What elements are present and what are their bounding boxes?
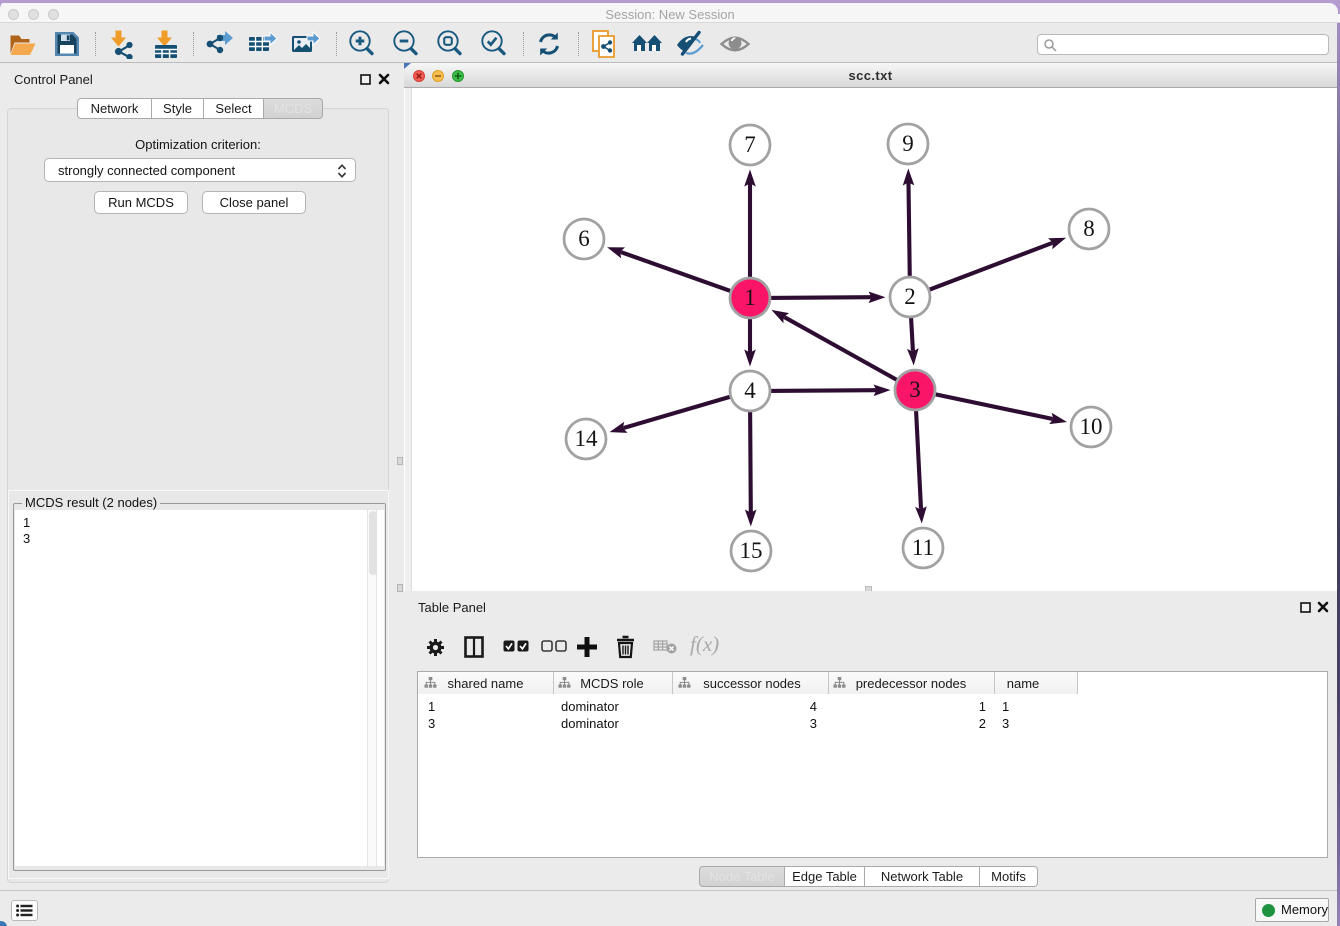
svg-text:8: 8 — [1083, 216, 1095, 241]
svg-text:11: 11 — [912, 535, 934, 560]
svg-text:2: 2 — [904, 284, 916, 309]
svg-text:4: 4 — [744, 378, 756, 403]
svg-text:7: 7 — [744, 132, 756, 157]
svg-text:6: 6 — [578, 226, 590, 251]
svg-text:3: 3 — [909, 377, 921, 402]
svg-text:15: 15 — [740, 538, 763, 563]
svg-text:9: 9 — [902, 131, 914, 156]
svg-text:14: 14 — [575, 426, 599, 451]
svg-text:1: 1 — [744, 285, 756, 310]
svg-text:10: 10 — [1080, 414, 1103, 439]
